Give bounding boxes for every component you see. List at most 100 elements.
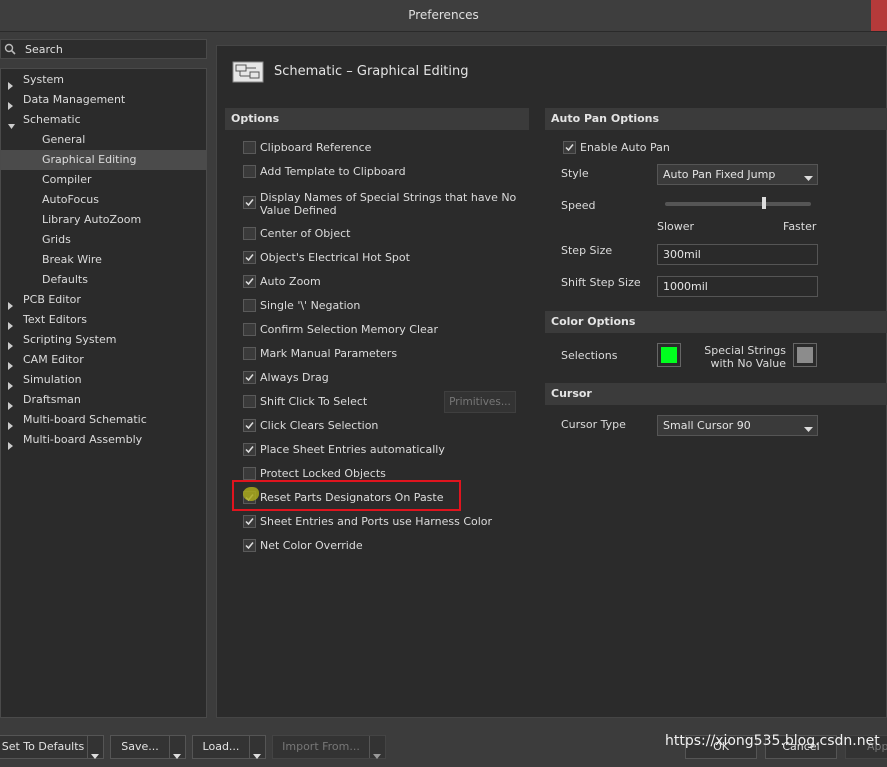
tree-item[interactable]: Data Management [1,90,207,110]
shift-step-size-input[interactable]: 1000mil [657,276,818,297]
search-input[interactable]: Search [0,39,207,59]
speed-slider-track[interactable] [665,202,811,206]
color-options-header: Color Options [545,311,887,333]
step-size-input[interactable]: 300mil [657,244,818,265]
tree-item[interactable]: Multi-board Schematic [1,410,207,430]
tree-item[interactable]: Text Editors [1,310,207,330]
checkbox-checked[interactable] [243,371,256,384]
tree-item-label: Data Management [23,93,126,106]
tree-item-label: Library AutoZoom [42,213,142,226]
save-button[interactable]: Save... [110,735,186,759]
checkbox-unchecked[interactable] [243,227,256,240]
special-strings-color-swatch[interactable] [793,343,817,367]
chevron-down-icon[interactable] [91,745,99,767]
tree-item[interactable]: Scripting System [1,330,207,350]
divider [369,736,370,758]
option-label: Clipboard Reference [260,141,372,154]
enable-auto-pan-label: Enable Auto Pan [580,141,670,154]
special-strings-color-fill [797,347,813,363]
tree-item-label: Compiler [42,173,92,186]
tree-item[interactable]: Multi-board Assembly [1,430,207,450]
tree-item[interactable]: System [1,70,207,90]
selections-label: Selections [561,349,618,362]
speed-label: Speed [561,199,596,212]
import-from-button[interactable]: Import From... [272,735,386,759]
checkbox-unchecked[interactable] [243,141,256,154]
tree-item[interactable]: Defaults [1,270,207,290]
tree-item[interactable]: Compiler [1,170,207,190]
tree-item-label: Draftsman [23,393,81,406]
tree-item-label: Text Editors [23,313,88,326]
import-from-label: Import From... [282,740,360,753]
checkbox-unchecked[interactable] [243,347,256,360]
page-title: Schematic – Graphical Editing [274,64,469,79]
checkbox-checked[interactable] [243,251,256,264]
tree-item[interactable]: Graphical Editing [1,150,207,170]
tree-item-label: Simulation [23,373,82,386]
chevron-down-icon[interactable] [173,745,181,767]
faster-label: Faster [783,220,817,233]
checkbox-checked[interactable] [243,539,256,552]
checkbox-checked[interactable] [243,419,256,432]
tree-item[interactable]: Break Wire [1,250,207,270]
style-label: Style [561,167,589,180]
set-to-defaults-label: Set To Defaults [1,740,85,753]
selections-color-swatch[interactable] [657,343,681,367]
watermark-text: https://xiong535.blog.csdn.net [665,733,880,749]
tree-item[interactable]: Grids [1,230,207,250]
option-label: Protect Locked Objects [260,467,386,480]
tree-item-label: Multi-board Schematic [23,413,147,426]
checkbox-checked[interactable] [243,443,256,456]
tree-item-label: PCB Editor [23,293,81,306]
tree-item[interactable]: General [1,130,207,150]
tree-item[interactable]: CAM Editor [1,350,207,370]
checkbox-checked[interactable] [243,275,256,288]
tree-item[interactable]: Draftsman [1,390,207,410]
selections-color-fill [661,347,677,363]
option-label: Net Color Override [260,539,363,552]
tree-item-label: AutoFocus [42,193,99,206]
annotation-highlight-box [232,480,461,511]
chevron-down-icon[interactable] [253,745,261,767]
checkbox-unchecked[interactable] [243,323,256,336]
set-to-defaults-button[interactable]: Set To Defaults [0,735,104,759]
tree-item[interactable]: Library AutoZoom [1,210,207,230]
checkbox-unchecked[interactable] [243,299,256,312]
chevron-right-icon[interactable] [8,437,13,457]
window-close-button[interactable] [871,0,887,31]
divider [169,736,170,758]
cursor-header: Cursor [545,383,887,405]
tree-item[interactable]: Schematic [1,110,207,130]
checkbox-unchecked[interactable] [243,467,256,480]
primitives-button[interactable]: Primitives... [444,391,516,413]
auto-pan-header: Auto Pan Options [545,108,887,130]
cursor-type-label: Cursor Type [561,418,626,431]
checkbox[interactable] [563,141,576,154]
option-label: Single '\' Negation [260,299,361,312]
title-bar: Preferences [0,0,887,32]
checkbox-unchecked[interactable] [243,165,256,178]
special-strings-label-line1: Special Strings [704,344,786,357]
checkbox-checked[interactable] [243,515,256,528]
auto-pan-style-value: Auto Pan Fixed Jump [663,168,776,181]
checkbox-checked[interactable] [243,196,256,209]
divider [87,736,88,758]
checkbox-unchecked[interactable] [243,395,256,408]
auto-pan-style-dropdown[interactable]: Auto Pan Fixed Jump [657,164,818,185]
option-label: Object's Electrical Hot Spot [260,251,410,264]
tree-item[interactable]: AutoFocus [1,190,207,210]
load-label: Load... [202,740,240,753]
speed-slider-thumb[interactable] [762,197,766,209]
option-label: Confirm Selection Memory Clear [260,323,439,336]
tree-item-label: Defaults [42,273,88,286]
tree-item-label: System [23,73,65,86]
cursor-type-dropdown[interactable]: Small Cursor 90 [657,415,818,436]
search-icon [4,43,16,58]
tree-item[interactable]: Simulation [1,370,207,390]
special-strings-label-line2: with No Value [710,357,787,370]
chevron-down-icon[interactable] [373,745,381,767]
option-label: Center of Object [260,227,351,240]
tree-item-label: Graphical Editing [42,153,137,166]
tree-item[interactable]: PCB Editor [1,290,207,310]
load-button[interactable]: Load... [192,735,266,759]
